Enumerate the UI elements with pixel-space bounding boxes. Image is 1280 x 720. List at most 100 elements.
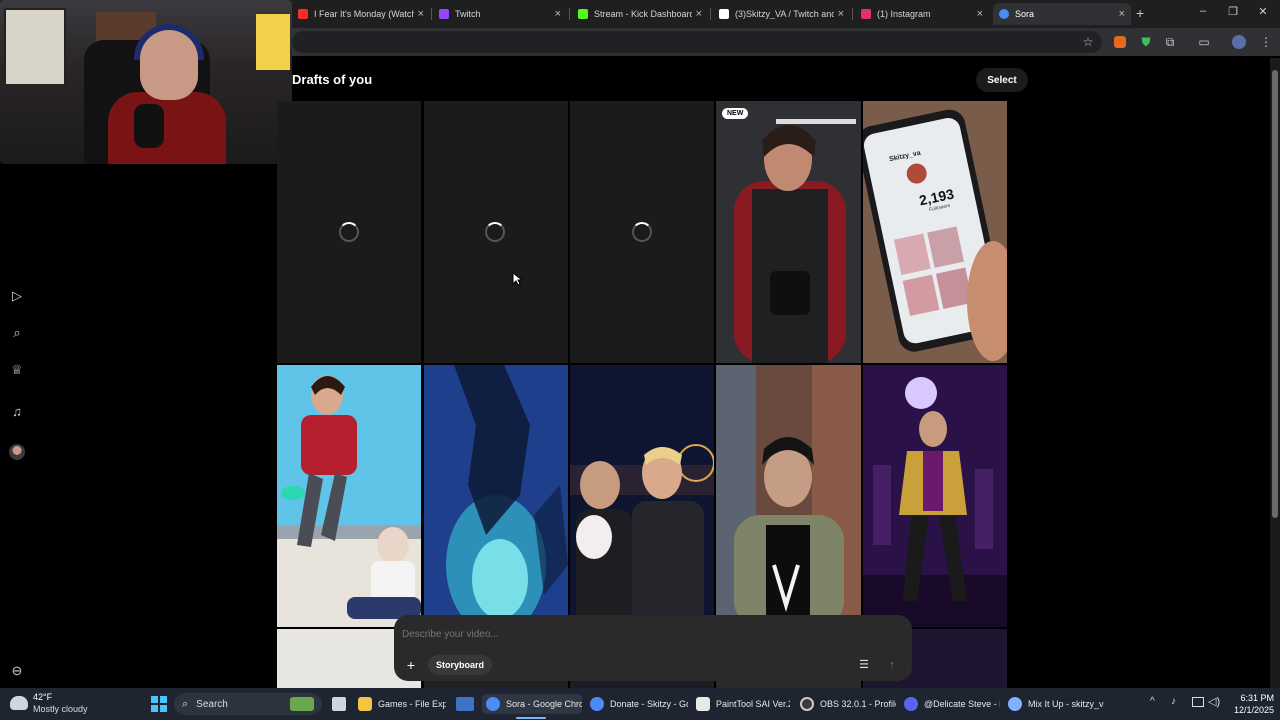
poster: [256, 14, 290, 70]
sliders-icon[interactable]: ☰: [856, 657, 872, 673]
arrow-up-icon[interactable]: ↑: [884, 657, 900, 673]
plus-icon[interactable]: +: [1136, 5, 1144, 21]
taskbar-app-active[interactable]: Sora - Google Chro: [482, 694, 582, 714]
minimize-icon[interactable]: –: [1188, 5, 1218, 17]
video-thumbnail: [863, 101, 1007, 363]
video-prompt-input[interactable]: [402, 623, 902, 645]
tab-kick[interactable]: Stream - Kick Dashboard ×: [572, 3, 708, 25]
close-icon[interactable]: ×: [977, 8, 983, 20]
tab-title: (1) Instagram: [877, 9, 931, 19]
tab-separator: [431, 8, 432, 20]
clock-time[interactable]: 6:31 PM: [1232, 693, 1274, 703]
close-icon[interactable]: ×: [696, 8, 702, 20]
select-button[interactable]: Select: [976, 68, 1028, 92]
draft-tile-loading[interactable]: [277, 101, 421, 363]
video-icon[interactable]: ▷: [9, 288, 25, 304]
loading-spinner-icon: [485, 222, 505, 242]
chrome-icon: [590, 697, 604, 711]
draft-tile-video[interactable]: [716, 365, 861, 627]
taskbar-app[interactable]: Donate - Skitzy - Go: [590, 694, 688, 714]
video-thumbnail: [716, 365, 861, 627]
task-view-icon[interactable]: [332, 697, 346, 711]
search-icon[interactable]: ⌕: [9, 325, 25, 341]
widget-icon[interactable]: [290, 697, 314, 711]
prompt-composer: + Storyboard ☰ ↑: [394, 615, 912, 681]
tab-youtube[interactable]: I Fear It's Monday (Watch ×: [292, 3, 430, 25]
tab-sora[interactable]: Sora ×: [993, 3, 1131, 25]
draft-tile-video[interactable]: [424, 365, 568, 627]
address-bar[interactable]: [292, 31, 1102, 53]
close-icon[interactable]: ×: [418, 8, 424, 20]
webcam-overlay: [0, 0, 292, 164]
mixitup-icon: [1008, 697, 1022, 711]
draft-tile-loading[interactable]: [570, 101, 714, 363]
painttool-icon: [696, 697, 710, 711]
close-icon[interactable]: ×: [1119, 8, 1125, 20]
tab-title: Stream - Kick Dashboard: [594, 9, 692, 19]
shield-icon[interactable]: ⛊: [1138, 34, 1154, 50]
draft-tile-video[interactable]: Skitzy_va 2,193 Followers: [863, 101, 1007, 363]
video-thumbnail: [424, 365, 568, 627]
sidepanel-icon[interactable]: ▭: [1196, 34, 1212, 50]
weather-temp[interactable]: 42°F: [33, 692, 52, 702]
tab-tiktok[interactable]: (3)Skitzy_VA / Twitch and ×: [713, 3, 850, 25]
draft-tile-video[interactable]: NEW: [716, 101, 861, 363]
active-indicator: [516, 717, 546, 719]
speaker-icon[interactable]: ◁): [1208, 695, 1220, 708]
monitor-icon[interactable]: [1192, 697, 1204, 707]
taskbar-app[interactable]: PaintTool SAI Ver.2: [696, 694, 790, 714]
avatar[interactable]: [9, 444, 25, 460]
add-media-icon[interactable]: +: [402, 656, 420, 674]
video-thumbnail: [863, 365, 1007, 627]
scrollbar-thumb[interactable]: [1272, 70, 1278, 518]
star-icon[interactable]: ☆: [1080, 34, 1096, 50]
cloud-icon: [10, 696, 28, 710]
draft-tile-video[interactable]: [863, 365, 1007, 627]
weather-condition[interactable]: Mostly cloudy: [33, 704, 88, 714]
close-icon[interactable]: ×: [555, 8, 561, 20]
draft-tile-video[interactable]: [277, 365, 421, 627]
trophy-icon[interactable]: ♕: [9, 362, 25, 378]
microphone-icon[interactable]: ♪: [1171, 696, 1176, 707]
draft-tile-video[interactable]: [570, 365, 714, 627]
video-thumbnail: [570, 365, 714, 627]
windows-taskbar: 42°F Mostly cloudy ⌕ Search Games - File…: [0, 688, 1280, 720]
puzzle-icon[interactable]: ⧉: [1162, 34, 1178, 50]
bell-icon[interactable]: ♫: [9, 404, 25, 420]
close-icon[interactable]: ✕: [1248, 5, 1278, 18]
windows-start-icon[interactable]: [151, 696, 167, 712]
search-icon: ⌕: [182, 697, 189, 710]
settings-icon[interactable]: ⊖: [9, 663, 25, 679]
taskbar-app[interactable]: Mix It Up - skitzy_va: [1008, 694, 1104, 714]
taskbar-app-label: Games - File Explo: [378, 699, 446, 709]
taskbar-app[interactable]: @Delicate Steve - D: [904, 694, 1000, 714]
taskbar-app-label: Donate - Skitzy - Go: [610, 699, 688, 709]
tab-title: Sora: [1015, 9, 1035, 19]
clock-date[interactable]: 12/1/2025: [1226, 705, 1274, 715]
profile-icon[interactable]: [1232, 35, 1246, 49]
microphone: [134, 104, 164, 148]
video-thumbnail: [716, 101, 861, 363]
kick-icon: [578, 9, 588, 19]
tab-twitch[interactable]: Twitch ×: [433, 3, 567, 25]
restore-icon[interactable]: ❐: [1218, 5, 1248, 18]
menu-icon[interactable]: ⋮: [1258, 34, 1274, 50]
loading-spinner-icon: [632, 222, 652, 242]
taskbar-app[interactable]: Games - File Explo: [358, 694, 446, 714]
sora-icon: [999, 9, 1009, 19]
storyboard-button[interactable]: Storyboard: [428, 655, 493, 675]
new-badge: NEW: [722, 108, 749, 119]
taskbar-app[interactable]: OBS 32.0.1 - Profile:: [800, 694, 896, 714]
extension-icon[interactable]: [1114, 36, 1126, 48]
tab-instagram[interactable]: (1) Instagram ×: [855, 3, 989, 25]
taskbar-app-label: OBS 32.0.1 - Profile:: [820, 699, 896, 709]
tiktok-icon: [719, 9, 729, 19]
photos-icon[interactable]: [456, 697, 474, 711]
instagram-icon: [861, 9, 871, 19]
draft-tile-loading[interactable]: [424, 101, 568, 363]
close-icon[interactable]: ×: [838, 8, 844, 20]
chevron-up-icon[interactable]: ^: [1150, 696, 1155, 707]
tab-title: (3)Skitzy_VA / Twitch and: [735, 9, 834, 19]
obs-icon: [800, 697, 814, 711]
tab-separator: [569, 8, 570, 20]
